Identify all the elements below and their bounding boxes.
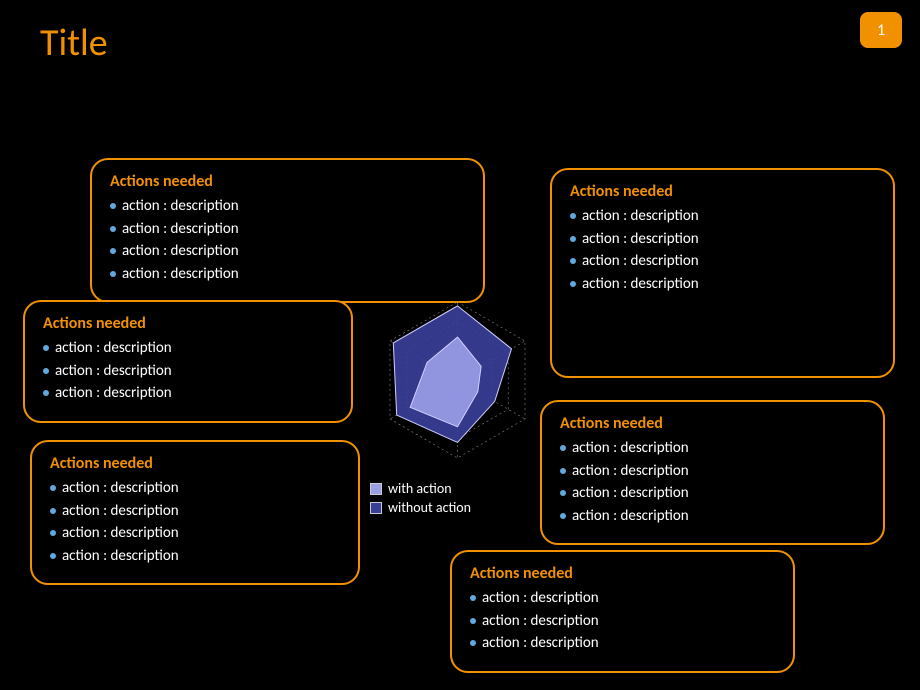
item-text: action : description bbox=[122, 263, 239, 286]
card-heading: Actions needed bbox=[470, 564, 775, 583]
item-text: action : description bbox=[582, 228, 699, 251]
list-item: action : description bbox=[43, 337, 333, 360]
bullet-icon bbox=[570, 258, 576, 264]
list-item: action : description bbox=[110, 195, 465, 218]
list-item: action : description bbox=[570, 250, 875, 273]
list-item: action : description bbox=[570, 273, 875, 296]
bullet-icon bbox=[470, 595, 476, 601]
card-actions-2: Actions needed action : description acti… bbox=[30, 440, 360, 585]
item-text: action : description bbox=[582, 273, 699, 296]
item-text: action : description bbox=[572, 437, 689, 460]
list-item: action : description bbox=[50, 477, 340, 500]
card-actions-4: Actions needed action : description acti… bbox=[540, 400, 885, 545]
item-text: action : description bbox=[122, 195, 239, 218]
list-item: action : description bbox=[50, 522, 340, 545]
bullet-icon bbox=[43, 345, 49, 351]
bullet-icon bbox=[560, 445, 566, 451]
item-text: action : description bbox=[572, 482, 689, 505]
item-text: action : description bbox=[122, 218, 239, 241]
radar-chart-svg bbox=[370, 290, 545, 465]
page-number-badge: 1 bbox=[860, 12, 902, 48]
item-text: action : description bbox=[55, 337, 172, 360]
bullet-icon bbox=[560, 490, 566, 496]
card-heading: Actions needed bbox=[110, 172, 465, 191]
legend-label-without: without action bbox=[388, 499, 471, 516]
legend-swatch-with bbox=[370, 483, 382, 495]
card-actions-5: Actions needed action : description acti… bbox=[450, 550, 795, 673]
item-text: action : description bbox=[62, 545, 179, 568]
item-text: action : description bbox=[55, 360, 172, 383]
chart-legend: with action without action bbox=[370, 480, 560, 516]
bullet-icon bbox=[110, 226, 116, 232]
list-item: action : description bbox=[470, 587, 775, 610]
bullet-icon bbox=[50, 553, 56, 559]
item-text: action : description bbox=[482, 610, 599, 633]
item-text: action : description bbox=[122, 240, 239, 263]
item-text: action : description bbox=[582, 250, 699, 273]
legend-swatch-without bbox=[370, 502, 382, 514]
radar-chart: with action without action bbox=[370, 290, 560, 518]
bullet-icon bbox=[570, 213, 576, 219]
legend-item-without: without action bbox=[370, 499, 560, 516]
card-heading: Actions needed bbox=[50, 454, 340, 473]
bullet-icon bbox=[50, 530, 56, 536]
list-item: action : description bbox=[110, 218, 465, 241]
list-item: action : description bbox=[110, 240, 465, 263]
legend-item-with: with action bbox=[370, 480, 560, 497]
page-title: Title bbox=[40, 20, 108, 66]
list-item: action : description bbox=[570, 205, 875, 228]
item-text: action : description bbox=[62, 500, 179, 523]
item-text: action : description bbox=[482, 587, 599, 610]
item-text: action : description bbox=[62, 477, 179, 500]
list-item: action : description bbox=[43, 360, 333, 383]
card-heading: Actions needed bbox=[43, 314, 333, 333]
card-heading: Actions needed bbox=[560, 414, 865, 433]
list-item: action : description bbox=[43, 382, 333, 405]
card-actions-3: Actions needed action : description acti… bbox=[550, 168, 895, 378]
bullet-icon bbox=[43, 368, 49, 374]
item-text: action : description bbox=[572, 460, 689, 483]
legend-label-with: with action bbox=[388, 480, 452, 497]
item-text: action : description bbox=[572, 505, 689, 528]
list-item: action : description bbox=[50, 545, 340, 568]
bullet-icon bbox=[470, 618, 476, 624]
bullet-icon bbox=[570, 236, 576, 242]
list-item: action : description bbox=[570, 228, 875, 251]
item-text: action : description bbox=[55, 382, 172, 405]
list-item: action : description bbox=[560, 505, 865, 528]
card-actions-1: Actions needed action : description acti… bbox=[23, 300, 353, 423]
card-actions-0: Actions needed action : description acti… bbox=[90, 158, 485, 303]
list-item: action : description bbox=[50, 500, 340, 523]
bullet-icon bbox=[560, 513, 566, 519]
bullet-icon bbox=[110, 203, 116, 209]
list-item: action : description bbox=[560, 460, 865, 483]
list-item: action : description bbox=[560, 437, 865, 460]
bullet-icon bbox=[50, 508, 56, 514]
list-item: action : description bbox=[470, 610, 775, 633]
bullet-icon bbox=[50, 485, 56, 491]
item-text: action : description bbox=[582, 205, 699, 228]
bullet-icon bbox=[110, 248, 116, 254]
bullet-icon bbox=[470, 640, 476, 646]
bullet-icon bbox=[570, 281, 576, 287]
item-text: action : description bbox=[482, 632, 599, 655]
list-item: action : description bbox=[470, 632, 775, 655]
card-heading: Actions needed bbox=[570, 182, 875, 201]
list-item: action : description bbox=[110, 263, 465, 286]
item-text: action : description bbox=[62, 522, 179, 545]
bullet-icon bbox=[110, 271, 116, 277]
bullet-icon bbox=[560, 468, 566, 474]
list-item: action : description bbox=[560, 482, 865, 505]
bullet-icon bbox=[43, 390, 49, 396]
